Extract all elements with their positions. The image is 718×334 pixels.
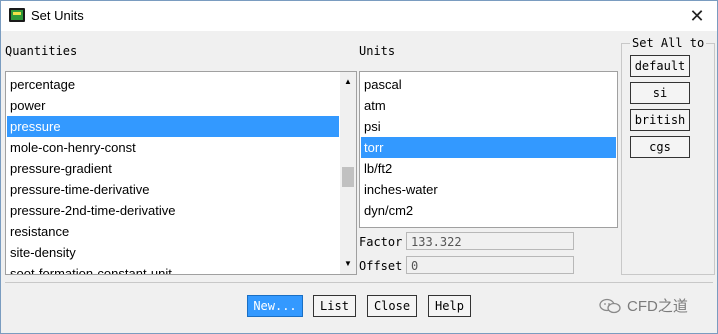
- quantity-item[interactable]: pressure-2nd-time-derivative: [7, 200, 339, 221]
- british-button[interactable]: british: [630, 109, 690, 131]
- unit-item[interactable]: pascal: [361, 74, 616, 95]
- unit-item[interactable]: lb/ft2: [361, 158, 616, 179]
- offset-field[interactable]: 0: [406, 256, 574, 274]
- unit-item[interactable]: atm: [361, 95, 616, 116]
- factor-field[interactable]: 133.322: [406, 232, 574, 250]
- wechat-icon: [599, 298, 621, 314]
- close-icon[interactable]: ✕: [683, 3, 711, 29]
- unit-item[interactable]: torr: [361, 137, 616, 158]
- scroll-down-icon[interactable]: ▼: [340, 256, 356, 272]
- set-units-dialog: Set Units ✕ Quantities percentage power pr…: [0, 0, 718, 334]
- watermark-text: CFD之道: [627, 298, 688, 315]
- quantity-item[interactable]: mole-con-henry-const: [7, 137, 339, 158]
- unit-item[interactable]: psi: [361, 116, 616, 137]
- quantity-item[interactable]: resistance: [7, 221, 339, 242]
- cgs-button[interactable]: cgs: [630, 136, 690, 158]
- new-button[interactable]: New...: [247, 295, 303, 317]
- unit-item[interactable]: dyn/cm2: [361, 200, 616, 221]
- default-button[interactable]: default: [630, 55, 690, 77]
- offset-label: Offset: [359, 259, 403, 273]
- si-button[interactable]: si: [630, 82, 690, 104]
- list-button[interactable]: List: [313, 295, 356, 317]
- factor-label: Factor: [359, 235, 403, 249]
- scroll-up-icon[interactable]: ▲: [340, 74, 356, 90]
- units-list[interactable]: pascal atm psi torr lb/ft2 inches-water dyn/cm…: [359, 71, 618, 228]
- watermark: CFD之道: [599, 295, 688, 316]
- quantity-item[interactable]: site-density: [7, 242, 339, 263]
- title-bar[interactable]: Set Units ✕: [1, 1, 717, 31]
- scroll-thumb[interactable]: [342, 167, 354, 187]
- set-all-legend: Set All to: [630, 36, 707, 50]
- quantity-item[interactable]: pressure: [7, 116, 339, 137]
- window-title: Set Units: [31, 8, 84, 23]
- quantity-item[interactable]: pressure-time-derivative: [7, 179, 339, 200]
- separator: [5, 282, 713, 283]
- unit-item[interactable]: inches-water: [361, 179, 616, 200]
- quantities-label: Quantities: [5, 44, 78, 58]
- close-button[interactable]: Close: [367, 295, 417, 317]
- quantity-item[interactable]: percentage: [7, 74, 339, 95]
- help-button[interactable]: Help: [428, 295, 471, 317]
- quantity-item[interactable]: soot-formation-constant-unit: [7, 263, 339, 274]
- units-label: Units: [359, 44, 396, 58]
- quantities-scrollbar[interactable]: ▲ ▼: [340, 72, 356, 274]
- set-all-group: Set All to default si british cgs: [621, 36, 715, 275]
- quantities-list[interactable]: percentage power pressure mole-con-henry-co…: [5, 71, 357, 275]
- quantity-item[interactable]: power: [7, 95, 339, 116]
- app-icon: [9, 8, 25, 22]
- quantity-item[interactable]: pressure-gradient: [7, 158, 339, 179]
